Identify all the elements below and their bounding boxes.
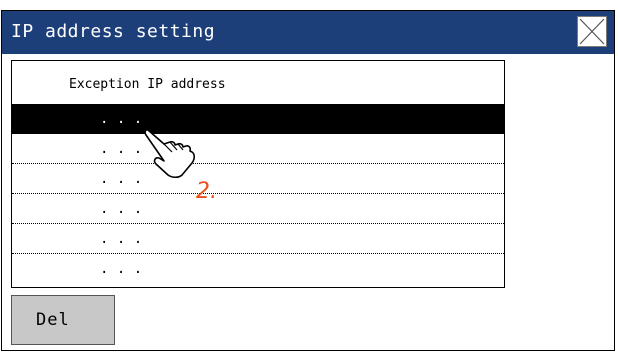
ip-address-value: . . . (100, 171, 143, 187)
step-number-label: 2. (196, 179, 217, 204)
close-x-icon (579, 18, 605, 45)
ip-address-value: . . . (100, 231, 143, 247)
title-bar: IP address setting (2, 11, 614, 54)
list-header-label: Exception IP address (69, 77, 226, 92)
exception-ip-list: Exception IP address . . . . . . . . . .… (11, 60, 505, 288)
ip-address-value: . . . (100, 111, 143, 127)
ip-address-value: . . . (100, 141, 143, 157)
ip-list-row-selected[interactable]: . . . (12, 104, 504, 134)
ip-list-row[interactable]: . . . (12, 194, 504, 224)
window-title: IP address setting (11, 21, 216, 42)
ip-address-value: . . . (100, 261, 143, 277)
ip-address-value: . . . (100, 201, 143, 217)
ip-list-row[interactable]: . . . (12, 224, 504, 254)
ip-list-row[interactable]: . . . (12, 164, 504, 194)
list-header: Exception IP address (12, 61, 504, 104)
ip-list-row[interactable]: . . . (12, 254, 504, 284)
ip-list-row[interactable]: . . . (12, 134, 504, 164)
ip-address-setting-window: IP address setting Exception IP address … (1, 10, 615, 351)
close-button[interactable] (577, 16, 607, 47)
delete-button-label: Del (36, 310, 70, 330)
delete-button[interactable]: Del (11, 295, 115, 345)
